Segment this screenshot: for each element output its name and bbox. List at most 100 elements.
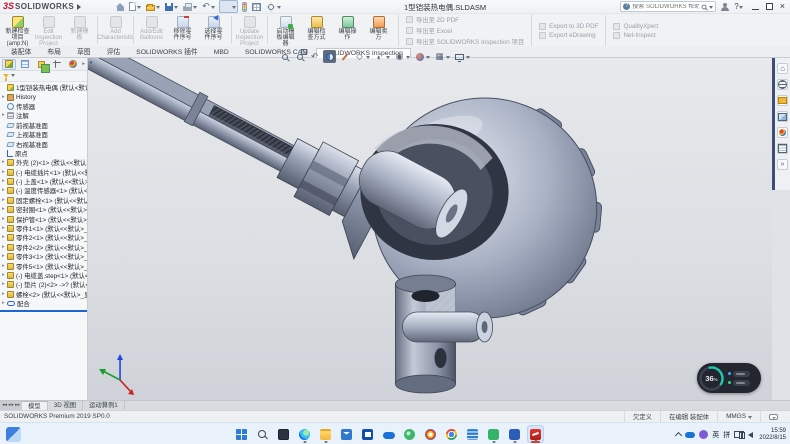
view-palette-tab[interactable] [777,111,788,122]
units-selector[interactable]: MMGS [717,411,760,422]
tree-item[interactable]: 上视基准面 [0,130,87,139]
user-account-icon[interactable] [721,3,729,11]
ribbon-button[interactable]: 新建检查 项目 (amp;N) [2,15,33,46]
taskbar-app-button[interactable] [359,425,376,443]
tree-item[interactable]: 零件3<1> (默认<<默认>_显示状态 [0,252,87,261]
view-tab[interactable]: 模型 [22,401,48,410]
taskbar-app-button[interactable] [338,425,355,443]
tree-item[interactable]: 零件2<1> (默认<<默认>_显示状态 [0,233,87,242]
zoom-to-area-button[interactable] [293,50,306,63]
tree-item[interactable]: 原点 [0,149,87,158]
view-settings-button[interactable] [453,50,471,63]
menu-expand-icon[interactable] [77,4,84,10]
model-dome-head[interactable] [350,98,602,318]
tree-item[interactable]: 螺栓<2> (默认<<默认>_显示状态 [0,290,87,299]
tree-item[interactable]: (-) 上盖<1> (默认<<默认>_显示状 [0,177,87,186]
ribbon-button[interactable]: 编辑卖 方 [363,15,394,46]
tree-item[interactable]: 右视基准面 [0,139,87,148]
tree-item[interactable]: History [0,92,87,101]
help-search-box[interactable]: ? [620,1,716,12]
ribbon-button[interactable]: Update Inspection Project [234,15,265,46]
help-button[interactable]: ? [734,2,742,11]
tab-propertymanager[interactable] [18,59,32,70]
taskbar-app-button[interactable] [401,425,418,443]
tree-item[interactable]: 传感器 [0,102,87,111]
view-tab[interactable]: 3D 视图 [48,401,83,410]
screen-recorder-overlay[interactable]: 36% [697,363,761,393]
assembly-3d-model[interactable] [88,58,772,400]
custom-properties-tab[interactable] [777,143,788,154]
select-tool-button[interactable] [219,0,238,13]
commandmanager-tab[interactable]: MBD [206,47,237,57]
ribbon-button[interactable]: Add Characteristic [100,15,131,46]
view-tab[interactable]: 运动算例1 [83,401,125,410]
ribbon-button[interactable]: 移除零 件序号 [167,15,198,46]
tree-item[interactable]: 固定螺栓<1> (默认<<默认>_显示状 [0,196,87,205]
next-tab-arrow-icon[interactable] [12,401,15,410]
tab-dimxpertmanager[interactable] [50,59,64,70]
tree-item[interactable]: 前视基准面 [0,121,87,130]
tree-item[interactable]: (-) 垫片 (2)<2> ->? (默认<<默认 [0,280,87,289]
edit-appearance-button[interactable] [413,50,431,63]
ime-indicator-pinyin[interactable]: 拼 [723,430,730,440]
tree-item[interactable]: 保护管<1> (默认<<默认>_显示状态 [0,214,87,223]
taskbar-app-button[interactable] [275,425,292,443]
taskbar-app-button[interactable] [233,425,250,443]
commandmanager-tab[interactable]: 评估 [99,44,129,57]
tree-item[interactable]: (-) 电缆插片<1> (默认<<默认>_显 [0,168,87,177]
taskbar-app-button[interactable] [254,425,271,443]
restore-button[interactable] [766,3,773,10]
commandmanager-tab[interactable]: 装配体 [3,44,39,57]
tab-configurationmanager[interactable] [34,59,48,70]
export-menu-item[interactable]: Net-Inspect [613,32,658,39]
commandmanager-tab[interactable]: 草图 [69,44,99,57]
taskbar-app-button[interactable] [296,425,313,443]
ribbon-button[interactable]: 编辑操 作 [332,15,363,46]
graphics-viewport[interactable] [88,58,772,400]
new-document-button[interactable] [128,0,142,13]
solidworks-forum-tab[interactable] [777,159,788,170]
commandmanager-tab[interactable]: 布局 [39,44,69,57]
export-menu-item[interactable]: Export eDrawing [539,32,598,39]
onedrive-tray-icon[interactable] [685,432,695,438]
featuremanager-filter[interactable] [0,71,87,82]
undo-button[interactable]: ↶ [201,0,216,13]
tree-item[interactable]: 1型铠装热电偶 (默认<默认_显示状态-1> [0,83,87,92]
search-input[interactable] [632,4,699,10]
taskbar-app-button[interactable] [506,425,523,443]
model-probe-tube[interactable] [88,58,408,259]
tree-item[interactable]: 配合 [0,299,87,308]
dynamic-annotation-views-button[interactable] [338,50,351,63]
prev-tab-arrow-icon[interactable] [8,401,11,410]
commandmanager-tab[interactable]: SOLIDWORKS 插件 [128,44,206,57]
tree-item[interactable]: (-) 温度传感器<1> (默认<<默认>_ [0,186,87,195]
previous-view-button[interactable] [308,50,321,63]
last-tab-arrow-icon[interactable] [15,401,20,410]
view-orientation-button[interactable] [353,50,371,63]
tree-item[interactable]: 零件5<1> (默认<<默认>_显示状态 [0,261,87,270]
widgets-button[interactable] [6,427,21,442]
ribbon-button[interactable]: Edit Inspection Project [33,15,64,46]
open-button[interactable] [145,0,161,13]
solidworks-resources-tab[interactable] [777,63,788,74]
recorder-progress-circle[interactable]: 36% [698,365,725,392]
tray-chevron-up-icon[interactable] [675,432,682,439]
export-menu-item[interactable]: 导出至 2D PDF [406,15,524,24]
section-view-button[interactable] [323,50,336,63]
tab-displaymanager[interactable] [66,59,80,70]
display-style-button[interactable] [373,50,391,63]
tree-item[interactable]: 零件1<1> (默认<<默认>_显示状态 [0,224,87,233]
ribbon-button[interactable]: 启动模 板编辑 器 [270,15,301,46]
security-shield-icon[interactable] [699,430,708,439]
export-menu-item[interactable]: 导出至 SOLIDWORKS Inspection 项目 [406,37,524,46]
export-menu-item[interactable]: 导出至 Excel [406,26,524,35]
design-library-tab[interactable] [777,79,788,90]
taskbar-app-button[interactable] [464,425,481,443]
tree-item[interactable]: 外壳 (2)<1> (默认<<默认>_显示状 [0,158,87,167]
recorder-button-1[interactable] [728,371,750,377]
ribbon-button[interactable]: Add/Edit Balloons [136,15,167,46]
export-menu-item[interactable]: Export to 3D PDF [539,23,598,30]
minimize-button[interactable] [752,3,759,10]
ribbon-button[interactable]: 新建模 板 [64,15,95,46]
tab-featuremanager-tree[interactable] [2,59,16,70]
